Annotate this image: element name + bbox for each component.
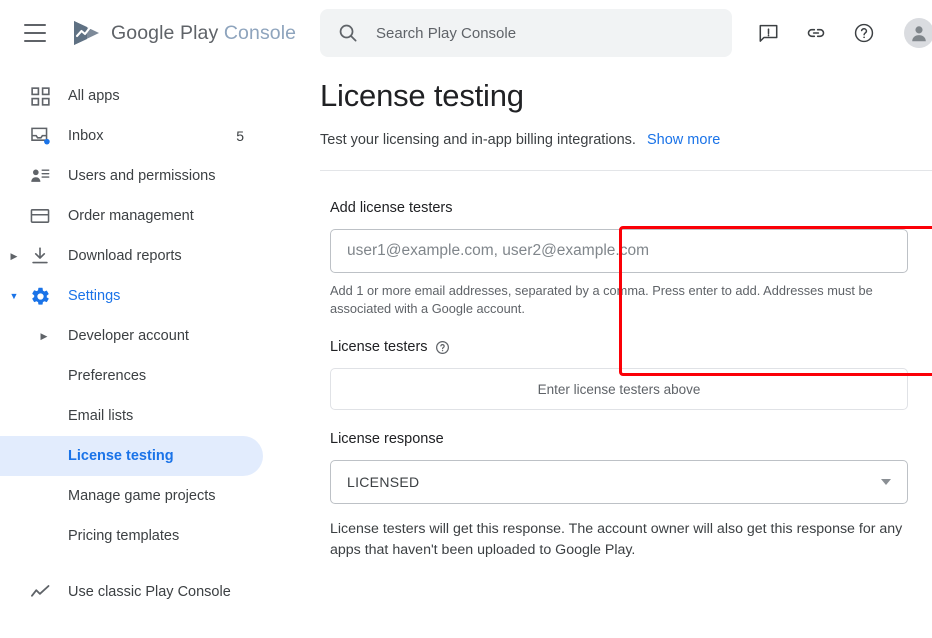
license-testers-email-placeholder: user1@example.com, user2@example.com <box>347 242 649 260</box>
google-play-console-logo-icon <box>72 20 102 46</box>
sidebar-nav: All apps Inbox 5 <box>0 76 310 612</box>
sidebar-item-preferences[interactable]: Preferences <box>0 356 310 396</box>
sidebar-item-label: Manage game projects <box>68 488 216 504</box>
chevron-right-icon[interactable]: ▶ <box>38 330 50 342</box>
sidebar: Google Play Console All apps <box>0 0 310 638</box>
help-circle-icon[interactable] <box>435 340 450 355</box>
sidebar-item-inbox[interactable]: Inbox 5 <box>0 116 310 156</box>
sidebar-item-settings[interactable]: ▼ Settings <box>0 276 310 316</box>
gear-icon <box>28 284 52 308</box>
top-bar: Search Play Console <box>310 0 932 66</box>
credit-card-icon <box>28 204 52 228</box>
sidebar-item-email-lists[interactable]: Email lists <box>0 396 310 436</box>
feedback-icon[interactable] <box>756 21 780 45</box>
sidebar-item-label: Settings <box>68 288 120 304</box>
sidebar-item-label: Developer account <box>68 328 189 344</box>
license-testers-section: License testers Enter license testers ab… <box>320 339 932 410</box>
sidebar-item-order-management[interactable]: Order management <box>0 196 310 236</box>
label-text: Add license testers <box>330 200 453 216</box>
add-license-testers-label: Add license testers <box>330 200 932 216</box>
help-icon[interactable] <box>852 21 876 45</box>
link-icon[interactable] <box>804 21 828 45</box>
search-icon <box>338 23 358 43</box>
search-placeholder: Search Play Console <box>376 25 516 42</box>
page-title: License testing <box>320 78 932 114</box>
play-console-page: Google Play Console All apps <box>0 0 932 638</box>
hamburger-icon[interactable] <box>24 24 46 42</box>
sidebar-item-label: Inbox <box>68 128 103 144</box>
top-bar-icons <box>756 18 932 48</box>
sidebar-item-label: License testing <box>68 448 174 464</box>
trending-line-icon <box>28 580 52 604</box>
inbox-count-badge: 5 <box>236 128 244 144</box>
chevron-right-icon[interactable]: ▶ <box>8 250 20 262</box>
sidebar-item-all-apps[interactable]: All apps <box>0 76 310 116</box>
main-area: Search Play Console <box>310 0 932 638</box>
users-permissions-icon <box>28 164 52 188</box>
label-text: License testers <box>330 339 428 355</box>
chevron-down-icon[interactable]: ▼ <box>8 290 20 302</box>
sidebar-item-label: Pricing templates <box>68 528 179 544</box>
brand-row: Google Play Console <box>0 0 310 66</box>
sidebar-item-download-reports[interactable]: ▶ Download reports <box>0 236 310 276</box>
license-response-label: License response <box>330 431 932 447</box>
sidebar-item-manage-game-projects[interactable]: Manage game projects <box>0 476 310 516</box>
chevron-down-icon <box>881 479 891 485</box>
page-description-row: Test your licensing and in-app billing i… <box>320 132 932 148</box>
page-description: Test your licensing and in-app billing i… <box>320 132 636 148</box>
brand-secondary: Console <box>224 22 296 44</box>
sidebar-item-label: Email lists <box>68 408 133 424</box>
show-more-link[interactable]: Show more <box>647 132 720 148</box>
license-response-footnote: License testers will get this response. … <box>330 519 905 560</box>
sidebar-item-developer-account[interactable]: ▶ Developer account <box>0 316 310 356</box>
label-text: License response <box>330 431 444 447</box>
add-license-testers-hint: Add 1 or more email addresses, separated… <box>330 282 900 318</box>
sidebar-item-license-testing[interactable]: License testing <box>0 436 263 476</box>
search-input[interactable]: Search Play Console <box>320 9 732 57</box>
license-response-select[interactable]: LICENSED <box>330 460 908 504</box>
sidebar-spacer <box>0 556 310 572</box>
sidebar-item-label: Preferences <box>68 368 146 384</box>
license-response-value: LICENSED <box>347 474 881 490</box>
divider <box>320 170 932 171</box>
license-response-section: License response LICENSED License tester… <box>320 431 932 560</box>
sidebar-item-label: All apps <box>68 88 120 104</box>
brand-logo[interactable]: Google Play Console <box>72 20 296 46</box>
add-license-testers-section: Add license testers user1@example.com, u… <box>320 200 932 318</box>
license-testers-email-input[interactable]: user1@example.com, user2@example.com <box>330 229 908 273</box>
brand-primary: Google Play <box>111 22 218 44</box>
sidebar-item-label: Order management <box>68 208 194 224</box>
sidebar-item-label: Use classic Play Console <box>68 584 231 600</box>
sidebar-item-use-classic-play-console[interactable]: Use classic Play Console <box>0 572 310 612</box>
license-testers-empty-state: Enter license testers above <box>330 368 908 410</box>
sidebar-item-users-and-permissions[interactable]: Users and permissions <box>0 156 310 196</box>
sidebar-item-pricing-templates[interactable]: Pricing templates <box>0 516 310 556</box>
page-content: License testing Test your licensing and … <box>310 78 932 561</box>
inbox-icon <box>28 124 52 148</box>
download-icon <box>28 244 52 268</box>
account-avatar[interactable] <box>904 18 932 48</box>
grid-apps-icon <box>28 84 52 108</box>
sidebar-item-label: Users and permissions <box>68 168 215 184</box>
sidebar-item-label: Download reports <box>68 248 182 264</box>
brand-text: Google Play Console <box>111 22 296 45</box>
license-testers-label: License testers <box>330 339 932 355</box>
